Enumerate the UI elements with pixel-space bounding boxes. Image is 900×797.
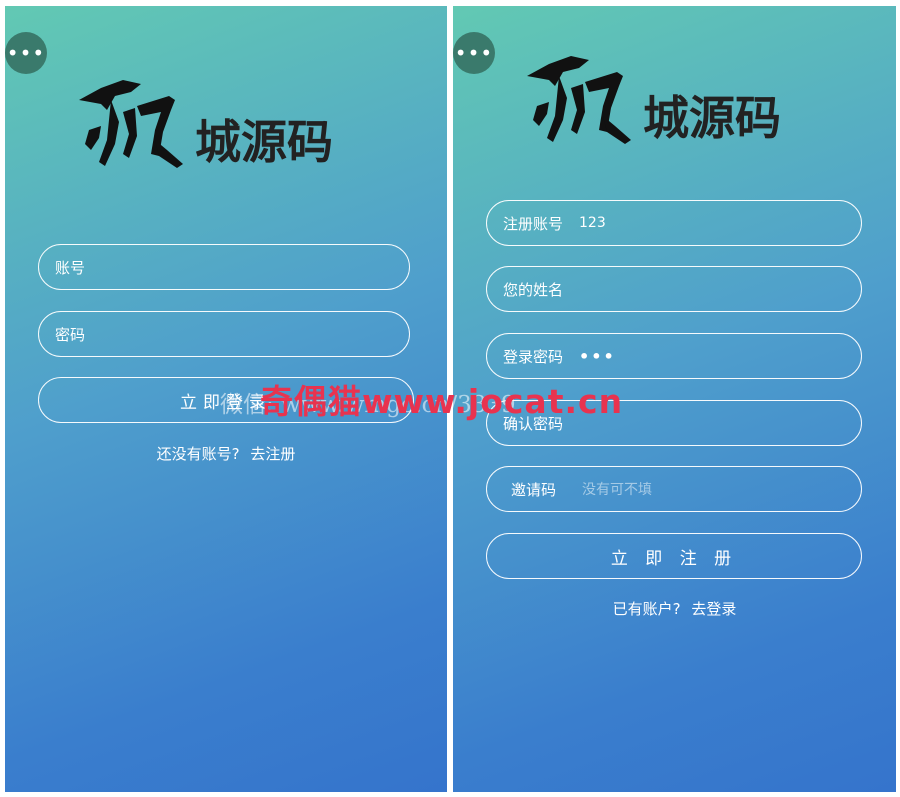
brand-logo-graphic: 城源码 <box>527 56 781 145</box>
more-dots-icon[interactable]: ••• <box>5 32 47 74</box>
register-account-field[interactable]: 注册账号 123 <box>486 200 862 246</box>
register-account-label: 注册账号 <box>503 214 564 233</box>
brand-logo: 城源码 <box>71 70 391 180</box>
login-button[interactable]: 立即登录 <box>38 377 414 423</box>
confirm-password-field[interactable]: 确认密码 <box>486 400 862 446</box>
register-prompt: 还没有账号? 去注册 <box>5 443 447 464</box>
register-account-value[interactable]: 123 <box>579 215 606 231</box>
brand-logo-graphic: 城源码 <box>79 80 333 169</box>
password-placeholder: 密码 <box>55 325 86 344</box>
brand-logo: 城源码 <box>519 46 839 156</box>
name-field[interactable]: 您的姓名 <box>486 266 862 312</box>
more-dots-icon[interactable]: ••• <box>453 32 495 74</box>
login-password-label: 登录密码 <box>503 347 564 366</box>
confirm-password-label: 确认密码 <box>503 414 564 433</box>
login-password-field[interactable]: 登录密码 ••• <box>486 333 862 379</box>
name-label: 您的姓名 <box>503 280 564 299</box>
invite-code-label: 邀请码 <box>511 480 557 499</box>
register-link[interactable]: 去注册 <box>250 445 295 463</box>
svg-text:城源码: 城源码 <box>195 115 333 169</box>
login-button-label: 立即登录 <box>180 392 272 413</box>
has-account-text: 已有账户? <box>612 600 681 618</box>
svg-text:城源码: 城源码 <box>643 91 781 145</box>
login-screen: ••• 城源码 账号 密码 立即登录 还没有账号? 去注册 <box>5 6 447 792</box>
account-placeholder: 账号 <box>55 258 86 277</box>
register-screen: ••• 城源码 注册账号 123 您的姓名 登录密码 ••• 确认密码 邀请码 … <box>453 6 896 792</box>
no-account-text: 还没有账号? <box>156 445 240 463</box>
register-button-label: 立 即 注 册 <box>610 548 738 569</box>
invite-code-placeholder[interactable]: 没有可不填 <box>582 479 652 499</box>
login-link[interactable]: 去登录 <box>691 600 736 618</box>
password-mask[interactable]: ••• <box>579 347 616 366</box>
login-prompt: 已有账户? 去登录 <box>453 598 896 619</box>
invite-code-field[interactable]: 邀请码 没有可不填 <box>486 466 862 512</box>
register-button[interactable]: 立 即 注 册 <box>486 533 862 579</box>
account-input[interactable]: 账号 <box>38 244 410 290</box>
password-input[interactable]: 密码 <box>38 311 410 357</box>
